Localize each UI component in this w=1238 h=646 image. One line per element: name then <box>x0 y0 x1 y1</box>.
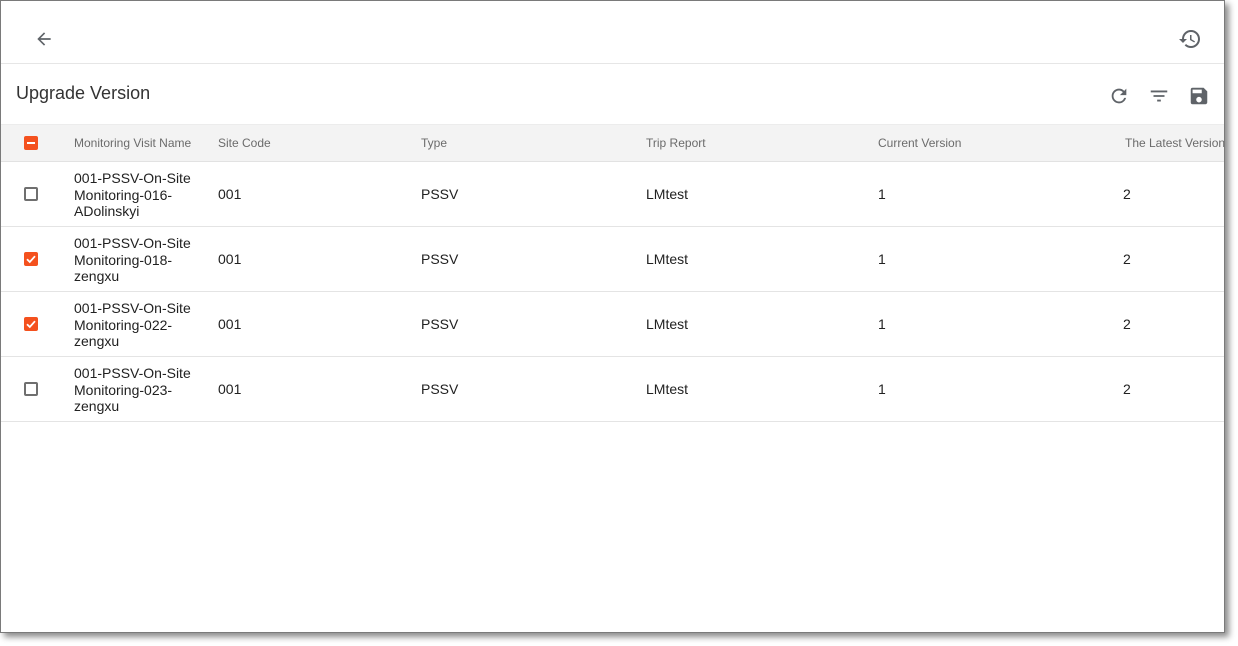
monitoring-visit-name-cell: 001-PSSV-On-Site Monitoring-018- zengxu <box>74 235 204 285</box>
arrow-left-icon <box>34 29 54 49</box>
current-version-cell: 1 <box>878 381 886 397</box>
name-line: 001-PSSV-On-Site <box>74 365 191 381</box>
current-version-cell: 1 <box>878 316 886 332</box>
row-checkbox[interactable] <box>24 382 38 396</box>
column-header-type[interactable]: Type <box>421 136 447 150</box>
name-line: 001-PSSV-On-Site <box>74 170 191 186</box>
latest-version-cell: 2 <box>1123 381 1131 397</box>
name-line: zengxu <box>74 268 120 284</box>
history-button[interactable] <box>1174 23 1206 55</box>
page-title: Upgrade Version <box>16 83 151 103</box>
column-header-latest-version[interactable]: The Latest Version <box>1125 136 1224 150</box>
name-line: 001-PSSV-On-Site <box>74 300 191 316</box>
table-row[interactable]: 001-PSSV-On-Site Monitoring-023- zengxu … <box>1 357 1224 422</box>
trip-report-cell: LMtest <box>646 251 689 267</box>
top-bar <box>1 1 1224 64</box>
refresh-button[interactable] <box>1103 80 1135 112</box>
name-line: Monitoring-018- <box>74 251 173 268</box>
type-cell: PSSV <box>421 251 459 267</box>
site-code-cell: 001 <box>218 316 242 332</box>
latest-version-cell: 2 <box>1123 251 1131 267</box>
name-line: zengxu <box>74 398 120 414</box>
history-icon <box>1178 27 1202 51</box>
monitoring-visit-name-cell: 001-PSSV-On-Site Monitoring-022- zengxu <box>74 300 204 350</box>
current-version-cell: 1 <box>878 251 886 267</box>
row-checkbox[interactable] <box>24 317 38 331</box>
refresh-icon <box>1108 85 1130 107</box>
table-header: Monitoring Visit Name Site Code Type Tri… <box>1 124 1224 162</box>
name-line: 001-PSSV-On-Site <box>74 235 191 251</box>
row-checkbox[interactable] <box>24 187 38 201</box>
column-header-trip-report[interactable]: Trip Report <box>646 136 706 150</box>
type-cell: PSSV <box>421 316 459 332</box>
site-code-cell: 001 <box>218 381 242 397</box>
filter-button[interactable] <box>1143 80 1175 112</box>
name-line: Monitoring-023- <box>74 381 173 398</box>
table-row[interactable]: 001-PSSV-On-Site Monitoring-022- zengxu … <box>1 292 1224 357</box>
monitoring-visit-name-cell: 001-PSSV-On-Site Monitoring-016- ADolins… <box>74 170 204 220</box>
trip-report-cell: LMtest <box>646 316 689 332</box>
table-row[interactable]: 001-PSSV-On-Site Monitoring-018- zengxu … <box>1 227 1224 292</box>
monitoring-visit-name-cell: 001-PSSV-On-Site Monitoring-023- zengxu <box>74 365 204 415</box>
save-icon <box>1188 85 1210 107</box>
save-button[interactable] <box>1183 80 1215 112</box>
name-line: ADolinskyi <box>74 203 140 219</box>
back-button[interactable] <box>28 23 60 55</box>
trip-report-cell: LMtest <box>646 186 689 202</box>
table-row[interactable]: 001-PSSV-On-Site Monitoring-016- ADolins… <box>1 162 1224 227</box>
select-all-checkbox[interactable] <box>24 136 38 150</box>
current-version-cell: 1 <box>878 186 886 202</box>
column-header-site-code[interactable]: Site Code <box>218 136 271 150</box>
column-header-current-version[interactable]: Current Version <box>878 136 961 150</box>
name-line: Monitoring-016- <box>74 186 173 203</box>
filter-icon <box>1148 85 1170 107</box>
latest-version-cell: 2 <box>1123 186 1131 202</box>
site-code-cell: 001 <box>218 251 242 267</box>
site-code-cell: 001 <box>218 186 242 202</box>
upgrade-version-window: Upgrade Version Monitoring Visit Name Si… <box>0 0 1225 633</box>
type-cell: PSSV <box>421 186 459 202</box>
latest-version-cell: 2 <box>1123 316 1131 332</box>
type-cell: PSSV <box>421 381 459 397</box>
column-header-monitoring-visit-name[interactable]: Monitoring Visit Name <box>74 136 191 150</box>
row-checkbox[interactable] <box>24 252 38 266</box>
name-line: Monitoring-022- <box>74 316 173 333</box>
trip-report-cell: LMtest <box>646 381 689 397</box>
name-line: zengxu <box>74 333 120 349</box>
